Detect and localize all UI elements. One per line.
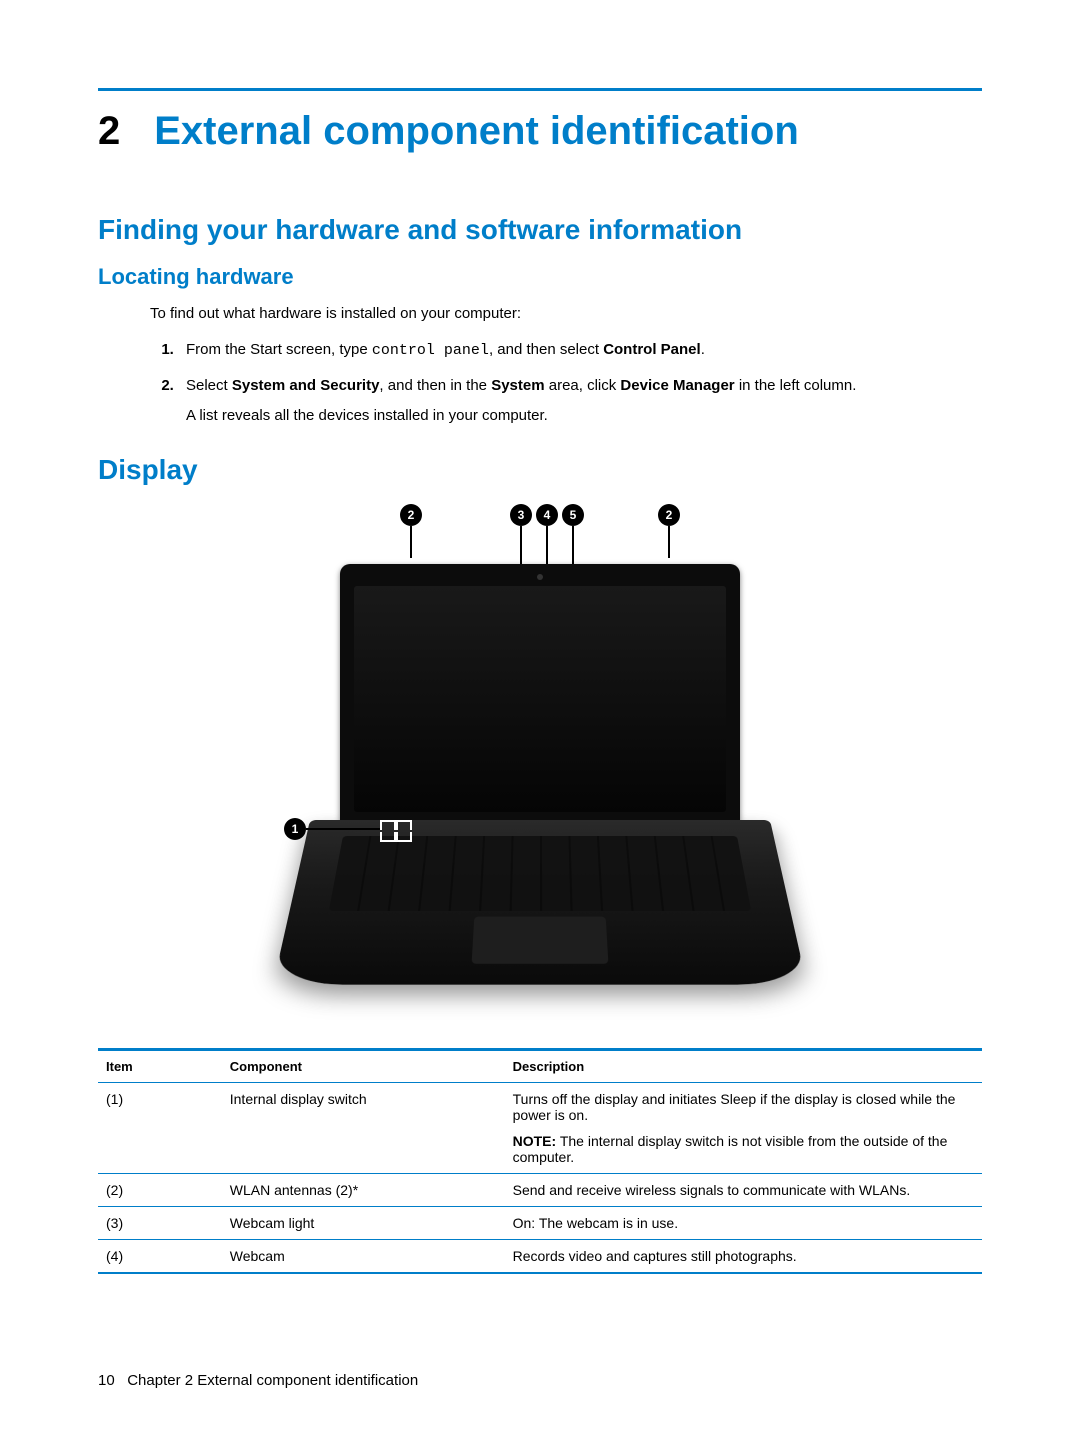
step2-e: in the left column. xyxy=(735,377,857,394)
cell-component: Webcam light xyxy=(222,1207,505,1240)
cell-description: Records video and captures still photogr… xyxy=(505,1240,982,1274)
cell-component: Webcam xyxy=(222,1240,505,1274)
laptop-screen xyxy=(354,586,726,812)
callout-1: 1 xyxy=(284,818,306,840)
chapter-heading: 2 External component identification xyxy=(98,109,982,154)
step1-text-pre: From the Start screen, type xyxy=(186,341,372,358)
desc-note: NOTE: The internal display switch is not… xyxy=(513,1133,974,1165)
cell-item: (1) xyxy=(98,1083,222,1174)
cell-description: Turns off the display and initiates Slee… xyxy=(505,1083,982,1174)
table-row: (1) Internal display switch Turns off th… xyxy=(98,1083,982,1174)
step2-b1: System and Security xyxy=(232,377,380,394)
step1-text-mid: , and then select xyxy=(489,341,603,358)
table-header-row: Item Component Description xyxy=(98,1050,982,1083)
switch-bracket-bot2 xyxy=(396,832,412,842)
section-heading-display: Display xyxy=(98,454,982,486)
top-rule xyxy=(98,88,982,91)
step-2: Select System and Security, and then in … xyxy=(178,376,982,427)
cell-component: Internal display switch xyxy=(222,1083,505,1174)
callout-5: 5 xyxy=(562,504,584,526)
cell-item: (2) xyxy=(98,1174,222,1207)
switch-bracket-top2 xyxy=(396,820,412,830)
page-number: 10 xyxy=(98,1372,115,1389)
switch-bracket-top xyxy=(380,820,396,830)
cell-description: Send and receive wireless signals to com… xyxy=(505,1174,982,1207)
note-text: The internal display switch is not visib… xyxy=(513,1133,948,1165)
touchpad xyxy=(472,917,609,964)
intro-text: To find out what hardware is installed o… xyxy=(150,304,982,324)
th-description: Description xyxy=(505,1050,982,1083)
step1-bold: Control Panel xyxy=(603,341,701,358)
laptop-diagram: 2 3 4 5 2 1 xyxy=(280,504,800,1024)
step1-code: control panel xyxy=(372,342,489,359)
component-table: Item Component Description (1) Internal … xyxy=(98,1048,982,1274)
chapter-number: 2 xyxy=(98,109,120,154)
table-row: (3) Webcam light On: The webcam is in us… xyxy=(98,1207,982,1240)
chapter-title: External component identification xyxy=(154,109,799,154)
page-footer: 10 Chapter 2 External component identifi… xyxy=(98,1372,418,1389)
keyboard xyxy=(329,836,751,911)
callout-4-line xyxy=(546,526,548,566)
th-item: Item xyxy=(98,1050,222,1083)
callout-5-line xyxy=(572,526,574,566)
table-row: (4) Webcam Records video and captures st… xyxy=(98,1240,982,1274)
table-row: (2) WLAN antennas (2)* Send and receive … xyxy=(98,1174,982,1207)
th-component: Component xyxy=(222,1050,505,1083)
cell-component: WLAN antennas (2)* xyxy=(222,1174,505,1207)
callout-4: 4 xyxy=(536,504,558,526)
callout-2-left: 2 xyxy=(400,504,422,526)
footer-chapter: Chapter 2 External component identificat… xyxy=(127,1372,418,1389)
step2-b3: Device Manager xyxy=(620,377,734,394)
section-heading-hardware-info: Finding your hardware and software infor… xyxy=(98,214,982,246)
callout-2-right-line xyxy=(668,526,670,558)
callout-3: 3 xyxy=(510,504,532,526)
desc-text: Turns off the display and initiates Slee… xyxy=(513,1091,956,1123)
cell-item: (4) xyxy=(98,1240,222,1274)
callout-1-line xyxy=(306,828,380,830)
step-1: From the Start screen, type control pane… xyxy=(178,340,982,361)
laptop-base xyxy=(273,820,807,985)
step2-c: , and then in the xyxy=(379,377,491,394)
cell-item: (3) xyxy=(98,1207,222,1240)
subheading-locating-hardware: Locating hardware xyxy=(98,264,982,290)
step2-b2: System xyxy=(491,377,544,394)
step2-d: area, click xyxy=(545,377,621,394)
step1-text-post: . xyxy=(701,341,705,358)
steps-list: From the Start screen, type control pane… xyxy=(150,340,982,426)
step2-a: Select xyxy=(186,377,232,394)
webcam-dot xyxy=(537,574,543,580)
cell-description: On: The webcam is in use. xyxy=(505,1207,982,1240)
switch-bracket-bot xyxy=(380,832,396,842)
callout-2-right: 2 xyxy=(658,504,680,526)
step2-result: A list reveals all the devices installed… xyxy=(186,406,982,426)
laptop-lid xyxy=(340,564,740,824)
callout-3-line xyxy=(520,526,522,566)
callout-2-left-line xyxy=(410,526,412,558)
note-label: NOTE: xyxy=(513,1133,557,1149)
